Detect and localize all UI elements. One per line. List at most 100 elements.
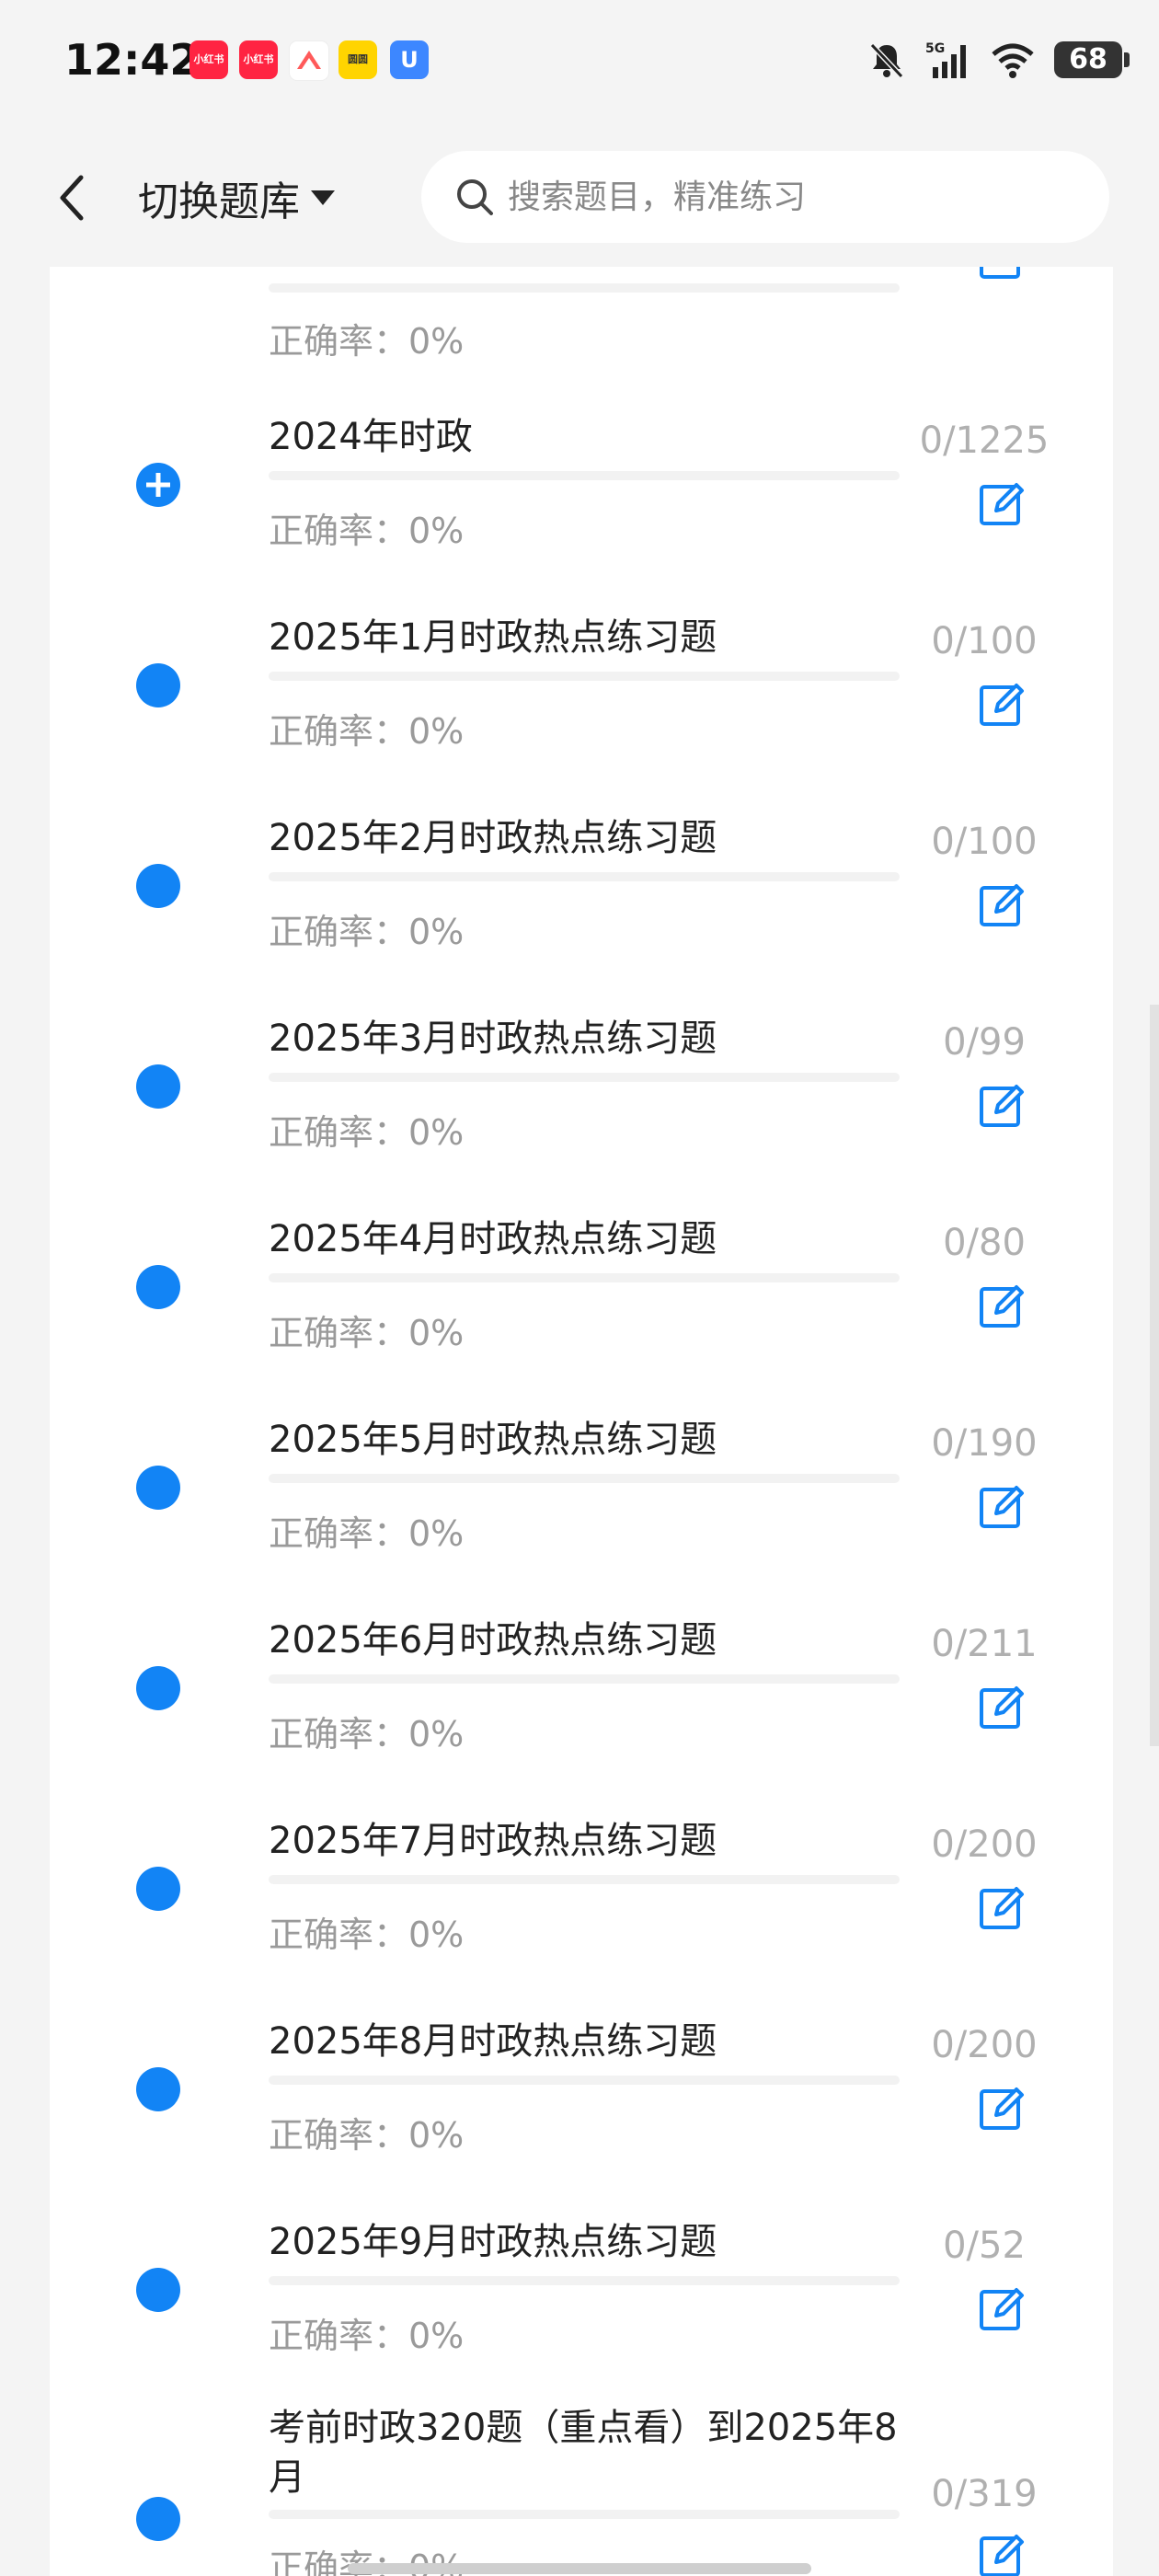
list-item[interactable]: 2025年8月时政热点练习题 正确率：0% 0/200 <box>50 1989 1113 2190</box>
list-item[interactable]: 2025年4月时政热点练习题 正确率：0% 0/80 <box>50 1187 1113 1387</box>
dot-icon <box>136 1265 180 1309</box>
edit-practice-button[interactable] <box>975 1880 1030 1936</box>
accuracy-text: 正确率：0% <box>269 511 465 551</box>
edit-icon <box>980 1686 1024 1729</box>
edit-practice-button[interactable] <box>975 477 1030 532</box>
xiaohongshu-icon: 小红书 <box>189 40 228 79</box>
edit-practice-button[interactable] <box>975 2282 1030 2337</box>
edit-practice-button[interactable] <box>975 1479 1030 1535</box>
accuracy-text: 正确率：0% <box>269 2316 465 2356</box>
list-item[interactable]: 考前时政320题（重点看）到2025年8月 正确率：0% 0/319 <box>50 2390 1113 2576</box>
switch-question-bank-button[interactable]: 切换题库 <box>138 166 337 230</box>
back-button[interactable] <box>48 166 94 230</box>
yuanyuan-icon: 圆圆 <box>339 40 377 79</box>
edit-icon <box>980 1285 1024 1328</box>
accuracy-text: 正确率：0% <box>269 321 465 362</box>
edit-practice-button[interactable] <box>975 1680 1030 1735</box>
item-title: 2024年时政 <box>269 416 473 458</box>
dot-icon <box>136 1064 180 1109</box>
switch-bank-label: 切换题库 <box>138 178 300 225</box>
dot-icon <box>136 864 180 908</box>
battery-icon: 68 <box>1054 41 1130 78</box>
edit-practice-button[interactable] <box>975 2081 1030 2136</box>
item-title: 2025年2月时政热点练习题 <box>269 817 717 859</box>
dot-icon <box>136 2067 180 2111</box>
edit-icon <box>980 884 1024 926</box>
list-item[interactable]: 2025年5月时政热点练习题 正确率：0% 0/190 <box>50 1387 1113 1588</box>
back-arrow-icon <box>60 175 84 221</box>
home-indicator[interactable] <box>348 2563 811 2574</box>
progress-count: 0/190 <box>931 1422 1038 1465</box>
progress-count: 0/319 <box>931 2473 1038 2515</box>
signal-icon: 5G <box>925 41 966 78</box>
dot-icon <box>136 1466 180 1510</box>
progress-bar <box>269 1474 900 1483</box>
edit-icon <box>980 684 1024 726</box>
edit-icon <box>980 2087 1024 2130</box>
progress-bar <box>269 672 900 681</box>
list-item[interactable]: 2025年9月时政热点练习题 正确率：0% 0/52 <box>50 2190 1113 2390</box>
item-title: 2025年1月时政热点练习题 <box>269 616 717 659</box>
progress-count: 0/52 <box>943 2225 1026 2267</box>
progress-bar <box>269 1273 900 1282</box>
search-input[interactable] <box>506 177 1061 217</box>
accuracy-text: 正确率：0% <box>269 1313 465 1353</box>
accuracy-text: 正确率：0% <box>269 1112 465 1153</box>
list-item[interactable]: 正确率：0% <box>50 267 1113 385</box>
list-item[interactable]: 2025年3月时政热点练习题 正确率：0% 0/99 <box>50 986 1113 1187</box>
list-item[interactable]: 2025年2月时政热点练习题 正确率：0% 0/100 <box>50 786 1113 986</box>
edit-practice-button[interactable] <box>975 2528 1030 2576</box>
u-app-icon: U <box>390 40 429 79</box>
edit-practice-button[interactable] <box>975 878 1030 933</box>
accuracy-text: 正确率：0% <box>269 1915 465 1955</box>
progress-count: 0/99 <box>943 1021 1026 1064</box>
item-title: 2025年8月时政热点练习题 <box>269 2020 717 2063</box>
edit-icon <box>980 267 1020 279</box>
wifi-icon <box>992 43 1034 78</box>
edit-icon <box>980 1887 1024 1929</box>
progress-count: 0/1225 <box>919 420 1050 462</box>
progress-bar <box>269 1674 900 1684</box>
dot-icon <box>136 663 180 707</box>
edit-practice-button[interactable] <box>975 1279 1030 1334</box>
accuracy-text: 正确率：0% <box>269 2115 465 2156</box>
item-title: 2025年4月时政热点练习题 <box>269 1218 717 1260</box>
plus-circle-icon[interactable] <box>136 463 180 507</box>
mute-bell-icon <box>869 42 904 79</box>
dot-icon <box>136 2497 180 2541</box>
network-label: 5G <box>925 41 945 56</box>
edit-practice-button[interactable] <box>975 267 1030 285</box>
progress-bar <box>269 471 900 480</box>
edit-practice-button[interactable] <box>975 1078 1030 1133</box>
progress-bar <box>269 1073 900 1082</box>
progress-bar <box>269 1875 900 1884</box>
status-icons: 5G 68 <box>866 37 1130 83</box>
accuracy-text: 正确率：0% <box>269 711 465 752</box>
edit-icon <box>980 483 1024 525</box>
progress-count: 0/100 <box>931 821 1038 863</box>
item-title: 2025年9月时政热点练习题 <box>269 2221 717 2263</box>
progress-bar <box>269 872 900 881</box>
progress-bar <box>269 2076 900 2085</box>
xiaohongshu-icon: 小红书 <box>239 40 278 79</box>
progress-count: 0/211 <box>931 1623 1038 1665</box>
item-title: 2025年6月时政热点练习题 <box>269 1619 717 1662</box>
list-item[interactable]: 2025年1月时政热点练习题 正确率：0% 0/100 <box>50 585 1113 786</box>
dot-icon <box>136 1666 180 1710</box>
progress-count: 0/200 <box>931 1823 1038 1866</box>
edit-icon <box>980 2288 1024 2330</box>
top-bar: 切换题库 <box>0 129 1159 267</box>
progress-bar <box>269 283 900 293</box>
app-notification-icon <box>289 40 329 81</box>
accuracy-text: 正确率：0% <box>269 1714 465 1754</box>
edit-icon <box>980 1085 1024 1127</box>
list-item-2024[interactable]: 2024年时政 正确率：0% 0/1225 <box>50 385 1113 585</box>
list-item[interactable]: 2025年6月时政热点练习题 正确率：0% 0/211 <box>50 1588 1113 1788</box>
status-bar: 12:42 小红书 小红书 圆圆 U 5G 68 <box>0 0 1159 129</box>
dot-icon <box>136 1867 180 1911</box>
dot-icon <box>136 2268 180 2312</box>
list-item[interactable]: 2025年7月时政热点练习题 正确率：0% 0/200 <box>50 1788 1113 1989</box>
scrollbar[interactable] <box>1150 1005 1159 1746</box>
edit-practice-button[interactable] <box>975 677 1030 732</box>
search-bar[interactable] <box>421 151 1109 243</box>
